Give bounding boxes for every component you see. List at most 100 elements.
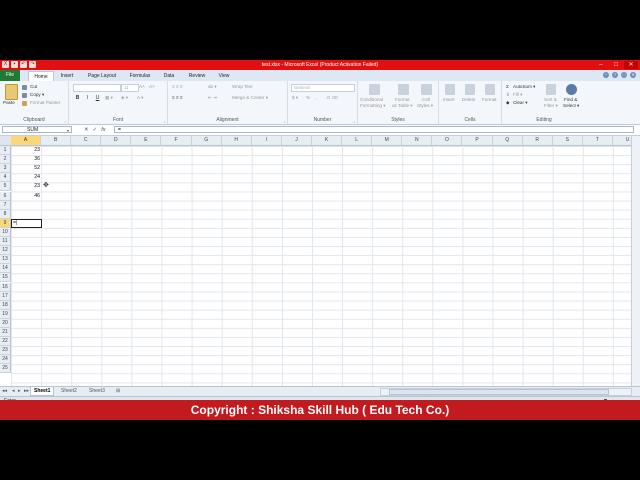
insert-function-icon[interactable]: fx [101,126,105,134]
cell-a3[interactable]: 52 [12,164,40,173]
number-launcher-icon[interactable]: ⌟ [353,118,355,123]
row-header-18[interactable]: 18 [0,300,11,310]
delete-cells-button[interactable]: Delete [462,97,475,102]
column-header-a[interactable]: A [11,136,42,145]
shrink-font-icon[interactable]: A˅ [149,84,155,89]
format-as-table-line2[interactable]: as Table ▾ [392,103,413,109]
column-header-p[interactable]: P [463,136,493,145]
fill-button[interactable]: Fill ▾ [513,92,522,98]
cell-a5[interactable]: 23 [12,182,40,191]
row-header-12[interactable]: 12 [0,246,11,256]
close-workbook-icon[interactable]: ✕ [630,72,636,78]
column-header-r[interactable]: R [523,136,553,145]
column-header-n[interactable]: N [402,136,433,145]
column-header-t[interactable]: T [583,136,613,145]
tab-insert[interactable]: Insert [56,71,78,81]
format-painter-button[interactable]: Format Painter [30,100,60,105]
orientation-icon[interactable]: ab ▾ [208,84,217,90]
underline-button[interactable]: U [93,94,102,103]
borders-icon[interactable]: ▦ ▾ [105,95,113,101]
column-header-d[interactable]: D [101,136,132,145]
enter-entry-icon[interactable]: ✓ [93,126,98,134]
first-sheet-icon[interactable]: ◂◂ [2,388,7,394]
align-left-icon[interactable]: ≡ ≡ ≡ [172,95,183,100]
name-box-dropdown-icon[interactable]: ▾ [67,127,69,134]
tab-data[interactable]: Data [158,71,180,81]
tab-file[interactable]: File [0,70,20,81]
cell-a6[interactable]: 46 [12,192,40,201]
column-header-i[interactable]: I [252,136,282,145]
row-header-5[interactable]: 5 [0,182,11,192]
row-header-4[interactable]: 4 [0,173,11,183]
prev-sheet-icon[interactable]: ◂ [12,388,15,394]
currency-icon[interactable]: $ ▾ [292,95,298,101]
next-sheet-icon[interactable]: ▸ [18,388,21,394]
column-header-o[interactable]: O [432,136,463,145]
comma-icon[interactable]: , [316,95,317,100]
column-header-j[interactable]: J [282,136,312,145]
conditional-formatting-line2[interactable]: Formatting ▾ [360,103,386,109]
column-header-k[interactable]: K [312,136,343,145]
minimize-ribbon-icon[interactable]: ^ [603,72,609,78]
column-header-f[interactable]: F [162,136,192,145]
number-format-combo[interactable]: General [291,84,355,92]
row-header-8[interactable]: 8 [0,209,11,219]
column-header-g[interactable]: G [192,136,222,145]
conditional-formatting-line1[interactable]: Conditional [360,97,383,102]
row-header-19[interactable]: 19 [0,309,11,319]
alignment-launcher-icon[interactable]: ⌟ [283,118,285,123]
cell-styles-line2[interactable]: Styles ▾ [417,103,433,109]
row-header-17[interactable]: 17 [0,291,11,301]
row-header-1[interactable]: 1 [0,146,11,156]
cell-a2[interactable]: 36 [12,155,40,164]
font-color-icon[interactable]: A ▾ [137,95,143,101]
grow-font-icon[interactable]: A˄ [139,84,145,89]
cell-styles-line1[interactable]: Cell [422,97,430,102]
tab-sheet2[interactable]: Sheet2 [58,387,80,395]
clear-button[interactable]: Clear ▾ [513,100,528,106]
fill-color-icon[interactable]: ◈ ▾ [121,95,128,101]
format-cells-button[interactable]: Format [482,97,497,102]
vertical-scrollbar[interactable] [631,136,640,386]
active-cell-a9[interactable]: =| [11,218,42,229]
row-header-25[interactable]: 25 [0,364,11,374]
paste-icon[interactable] [5,84,18,100]
row-header-22[interactable]: 22 [0,337,11,347]
indent-icon[interactable]: ⇤ ⇥ [208,95,217,101]
cell-area[interactable]: 23 36 52 24 23 46 =| ✥ [11,146,640,420]
row-header-2[interactable]: 2 [0,155,11,165]
column-header-q[interactable]: Q [493,136,523,145]
row-header-23[interactable]: 23 [0,346,11,356]
name-box[interactable]: SUM ▾ [2,126,72,133]
row-header-11[interactable]: 11 [0,237,11,247]
decimal-icon[interactable]: .0 .00 [326,95,338,100]
clipboard-launcher-icon[interactable]: ⌟ [64,118,66,123]
row-header-21[interactable]: 21 [0,328,11,338]
percent-button[interactable]: % [306,95,310,100]
tab-review[interactable]: Review [184,71,210,81]
column-header-l[interactable]: L [342,136,373,145]
row-header-24[interactable]: 24 [0,355,11,365]
tab-view[interactable]: View [213,71,235,81]
cell-a4[interactable]: 24 [12,173,40,182]
column-header-h[interactable]: H [222,136,252,145]
cell-a1[interactable]: 23 [12,146,40,155]
tab-page-layout[interactable]: Page Layout [83,71,121,81]
close-button[interactable]: ✕ [624,61,638,69]
column-header-b[interactable]: B [41,136,72,145]
insert-cells-button[interactable]: Insert [443,97,455,102]
tab-sheet3[interactable]: Sheet3 [86,387,108,395]
column-header-c[interactable]: C [71,136,102,145]
font-launcher-icon[interactable]: ⌟ [163,118,165,123]
cancel-entry-icon[interactable]: ✕ [84,126,89,134]
row-header-3[interactable]: 3 [0,164,11,174]
sort-filter-line2[interactable]: Filter ▾ [544,103,558,109]
sort-filter-line1[interactable]: Sort & [544,97,557,102]
row-header-6[interactable]: 6 [0,191,11,201]
font-size-combo[interactable]: 11 [121,84,139,92]
find-select-line2[interactable]: Select ▾ [563,103,579,109]
maximize-button[interactable]: □ [609,61,623,69]
copy-button[interactable]: Copy ▾ [30,92,44,98]
align-top-icon[interactable]: ≡ ≡ ≡ [172,84,183,89]
find-select-line1[interactable]: Find & [564,97,577,102]
